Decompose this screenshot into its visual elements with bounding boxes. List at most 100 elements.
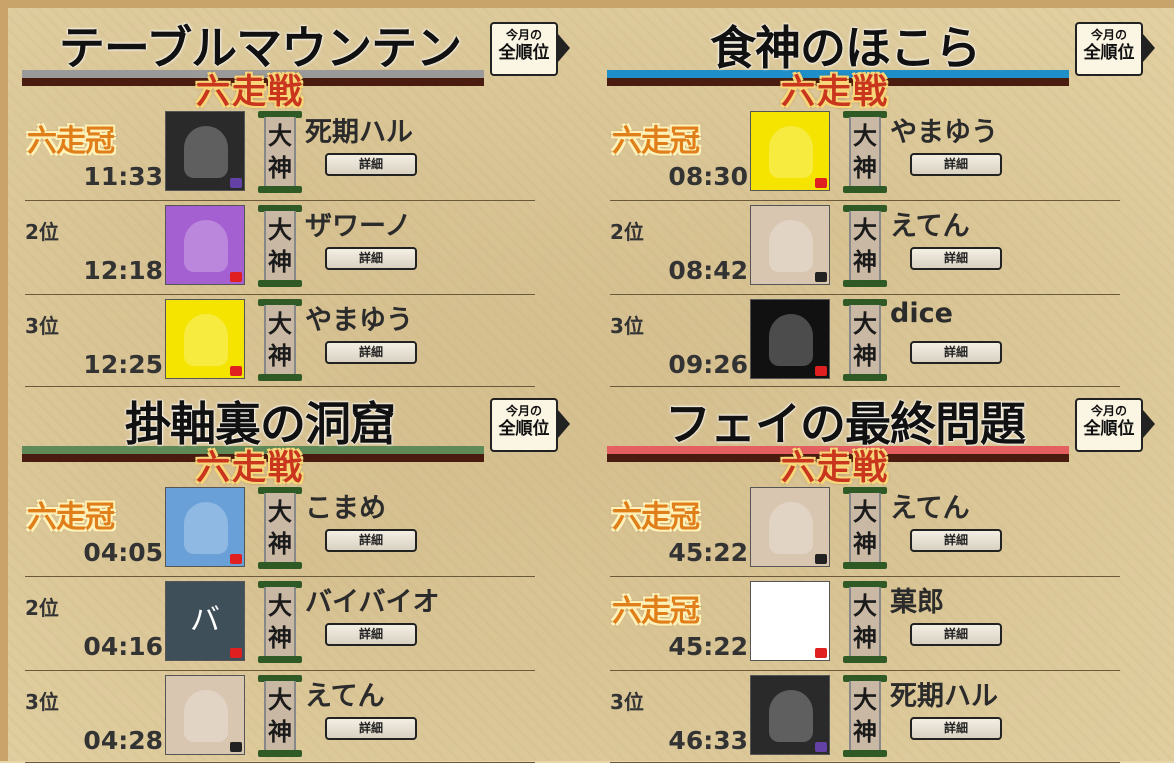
ranking-row: 2位 12:18 大神 ザワーノ 詳細 <box>5 202 565 295</box>
player-avatar[interactable] <box>165 111 245 191</box>
wooden-frame-top <box>0 0 1174 8</box>
rank-scroll-badge: 大神 <box>843 675 887 757</box>
player-avatar[interactable] <box>750 205 830 285</box>
player-name[interactable]: やまゆう <box>890 110 998 149</box>
ranking-row: 六走冠 11:33 大神 死期ハル 詳細 <box>5 108 565 201</box>
details-button[interactable]: 詳細 <box>325 247 417 270</box>
niconico-icon <box>230 742 242 752</box>
monthly-ranking-label-1: 今月の <box>505 404 542 418</box>
rank-title: 大神 <box>849 305 881 375</box>
player-name[interactable]: 死期ハル <box>305 110 413 149</box>
ranking-row: 3位 12:25 大神 やまゆう 詳細 <box>5 296 565 386</box>
arrow-right-icon[interactable] <box>1143 34 1155 62</box>
details-button[interactable]: 詳細 <box>325 341 417 364</box>
details-button[interactable]: 詳細 <box>910 153 1002 176</box>
details-button[interactable]: 詳細 <box>910 623 1002 646</box>
scroll-cap-bottom <box>843 750 887 757</box>
player-name[interactable]: バイバイオ <box>305 580 439 619</box>
player-name[interactable]: dice <box>890 298 953 329</box>
monthly-ranking-button[interactable]: 今月の 全順位 <box>1075 22 1143 76</box>
panel-header: フェイの最終問題 六走戦 <box>605 384 1085 488</box>
rank-title: 大神 <box>264 587 296 657</box>
player-name[interactable]: えてん <box>305 674 385 713</box>
monthly-ranking-button[interactable]: 今月の 全順位 <box>1075 398 1143 452</box>
rank-scroll-badge: 大神 <box>843 205 887 287</box>
details-button[interactable]: 詳細 <box>325 529 417 552</box>
row-divider <box>25 670 535 671</box>
ranking-panel: 食神のほこら 六走戦 今月の 全順位 六走冠 08:30 大神 やまゆう 詳細 2位 08:42 大神… <box>590 8 1155 387</box>
player-name[interactable]: えてん <box>890 486 970 525</box>
player-name[interactable]: ザワーノ <box>305 204 411 243</box>
ranking-row: 六走冠 04:05 大神 こまめ 詳細 <box>5 484 565 577</box>
glasses-man-cartoon-icon <box>184 220 228 272</box>
rank-title: 大神 <box>849 587 881 657</box>
player-name[interactable]: 死期ハル <box>890 674 998 713</box>
player-name[interactable]: こまめ <box>305 486 386 525</box>
monthly-ranking-label-1: 今月の <box>1090 28 1127 42</box>
player-avatar[interactable] <box>750 581 830 661</box>
player-avatar[interactable] <box>165 205 245 285</box>
player-name[interactable]: 菓郎 <box>890 580 944 619</box>
clear-time: 04:28 <box>83 726 163 755</box>
row-divider <box>610 294 1120 295</box>
scroll-cap-bottom <box>258 750 302 757</box>
clear-time: 12:25 <box>83 350 163 379</box>
details-button[interactable]: 詳細 <box>325 623 417 646</box>
player-avatar[interactable] <box>165 487 245 567</box>
row-divider <box>610 670 1120 671</box>
row-divider <box>25 576 535 577</box>
youtube-icon <box>230 272 242 282</box>
clear-time: 45:22 <box>668 538 748 567</box>
anime-girl-brown-hair-icon <box>769 502 813 554</box>
player-avatar[interactable] <box>750 487 830 567</box>
arrow-right-icon[interactable] <box>1143 410 1155 438</box>
dark-masked-character-icon <box>769 690 813 742</box>
monthly-ranking-button[interactable]: 今月の 全順位 <box>490 398 558 452</box>
monthly-ranking-label-1: 今月の <box>1090 404 1127 418</box>
player-name[interactable]: えてん <box>890 204 970 243</box>
place-label: 3位 <box>610 690 644 714</box>
event-subtitle: 六走戦 <box>196 448 304 488</box>
row-divider <box>610 576 1120 577</box>
arrow-right-icon[interactable] <box>558 410 570 438</box>
rank-scroll-badge: 大神 <box>843 487 887 569</box>
green-dinosaur-icon <box>769 126 813 178</box>
player-avatar[interactable] <box>165 299 245 379</box>
details-button[interactable]: 詳細 <box>910 247 1002 270</box>
player-avatar[interactable] <box>750 299 830 379</box>
player-avatar[interactable] <box>165 675 245 755</box>
player-avatar[interactable] <box>750 111 830 191</box>
scroll-cap-bottom <box>843 186 887 193</box>
details-button[interactable]: 詳細 <box>910 717 1002 740</box>
details-button[interactable]: 詳細 <box>910 529 1002 552</box>
arrow-right-icon[interactable] <box>558 34 570 62</box>
details-button[interactable]: 詳細 <box>325 717 417 740</box>
rank-title: 大神 <box>849 211 881 281</box>
ranking-row: 3位 46:33 大神 死期ハル詳細 <box>590 672 1150 762</box>
rank-title: 大神 <box>849 493 881 563</box>
panel-header: 掛軸裏の洞窟 六走戦 <box>20 384 500 488</box>
champion-crown-badge: 六走冠 <box>612 124 700 159</box>
clear-time: 45:22 <box>668 632 748 661</box>
monthly-ranking-button[interactable]: 今月の 全順位 <box>490 22 558 76</box>
clear-time: 12:18 <box>83 256 163 285</box>
anime-girl-brown-hair-icon <box>769 220 813 272</box>
player-name[interactable]: やまゆう <box>305 298 413 337</box>
details-button[interactable]: 詳細 <box>325 153 417 176</box>
ranking-row: 2位 04:16 バ大神 バイバイオ 詳細 <box>5 578 565 671</box>
scroll-cap-bottom <box>843 374 887 381</box>
clear-time: 08:42 <box>668 256 748 285</box>
rank-scroll-badge: 大神 <box>258 299 302 381</box>
anime-girl-brown-hair-icon <box>184 690 228 742</box>
ranking-panel: フェイの最終問題 六走戦 今月の 全順位 六走冠 45:22 大神 えてん 詳細 六走冠 45:22… <box>590 384 1155 763</box>
player-avatar[interactable] <box>750 675 830 755</box>
girl-with-horse-icon <box>184 502 228 554</box>
clear-time: 11:33 <box>83 162 163 191</box>
clear-time: 46:33 <box>668 726 748 755</box>
niconico-icon <box>815 272 827 282</box>
details-button[interactable]: 詳細 <box>910 341 1002 364</box>
white-cat-with-cap-icon <box>769 596 813 648</box>
player-avatar[interactable]: バ <box>165 581 245 661</box>
rank-title: 大神 <box>264 211 296 281</box>
ranking-row: 六走冠 08:30 大神 やまゆう 詳細 <box>590 108 1150 201</box>
